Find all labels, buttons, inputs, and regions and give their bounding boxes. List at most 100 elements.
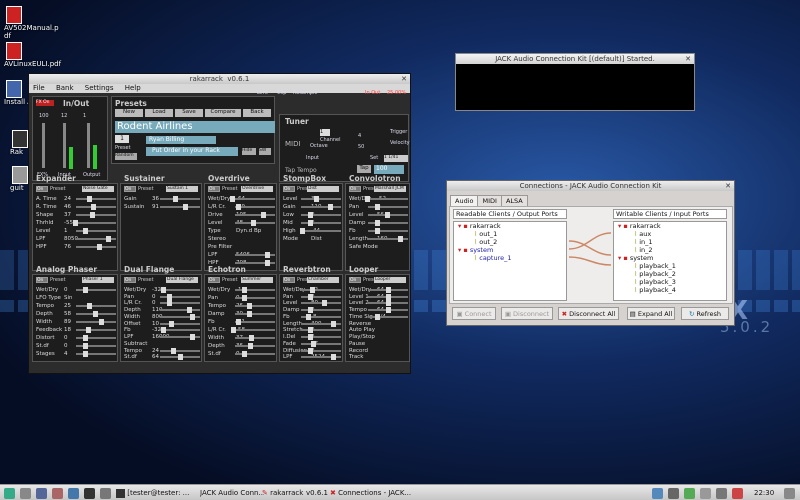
param-row[interactable]: Mid0 — [283, 220, 341, 227]
client-item[interactable]: ▾ ▪ rakarrack — [454, 222, 566, 230]
effect-preset-select[interactable]: Looper — [374, 277, 406, 283]
param-row[interactable]: Wet/Dry-64 — [208, 196, 275, 203]
param-slider-knob[interactable] — [331, 320, 336, 327]
save-button[interactable]: Save — [175, 109, 203, 117]
menu-help[interactable]: Help — [125, 84, 141, 92]
param-slider-knob[interactable] — [307, 220, 313, 226]
param-slider-track[interactable] — [160, 198, 200, 200]
writable-ports-list[interactable]: ▾ ▪ rakarrack ⌇ aux ⌇ in_1 ⌇ in_2 ▾ ▪ system… — [613, 221, 727, 301]
param-slider-knob[interactable] — [374, 204, 380, 210]
music-icon[interactable] — [68, 488, 79, 499]
param-slider-knob[interactable] — [331, 354, 336, 361]
param-row[interactable]: Wet/Dry-1 — [208, 287, 275, 294]
param-slider-knob[interactable] — [307, 334, 313, 341]
param-slider-track[interactable] — [235, 198, 275, 200]
param-row[interactable]: Stages 4 — [36, 351, 116, 358]
param-row[interactable]: HPF 76 — [36, 244, 116, 251]
param-slider-track[interactable] — [160, 309, 200, 312]
param-row[interactable]: High-44 — [283, 228, 341, 235]
readable-ports-list[interactable]: ▾ ▪ rakarrack ⌇ out_1 ⌇ out_2 ▾ ▪ system ⌇ c… — [453, 221, 567, 301]
port-item[interactable]: ⌇ in_2 — [614, 246, 726, 254]
param-slider-track[interactable] — [160, 206, 200, 208]
port-item[interactable]: ⌇ playback_1 — [614, 262, 726, 270]
param-slider-track[interactable] — [368, 315, 408, 318]
param-row[interactable]: Type Dyn.d Bp — [208, 228, 275, 235]
port-item[interactable]: ⌇ capture_1 — [454, 254, 566, 262]
param-slider-knob[interactable] — [307, 307, 313, 314]
param-slider-knob[interactable] — [168, 320, 174, 327]
param-row[interactable]: Pan0 — [349, 204, 408, 211]
menu-file[interactable]: File — [33, 84, 45, 92]
param-slider-knob[interactable] — [313, 196, 319, 202]
param-row[interactable]: Fb0 — [349, 228, 408, 235]
rakarrack-titlebar[interactable]: rakarrack v0.6.1 ✕ — [29, 74, 410, 84]
param-slider-knob[interactable] — [72, 220, 78, 226]
load-button[interactable]: Load — [145, 109, 173, 117]
client-item[interactable]: ▾ ▪ system — [454, 246, 566, 254]
param-slider-knob[interactable] — [93, 311, 99, 317]
param-slider-knob[interactable] — [183, 204, 189, 210]
param-slider-knob[interactable] — [96, 244, 102, 250]
hide-button[interactable]: Hide — [242, 148, 256, 155]
param-row[interactable]: Track — [349, 354, 408, 361]
param-slider-knob[interactable] — [83, 351, 89, 357]
param-slider-knob[interactable] — [299, 228, 305, 234]
param-row[interactable]: Wet/Dry 0 — [36, 287, 116, 294]
connections-titlebar[interactable]: Connections - JACK Audio Connection Kit ✕ — [447, 181, 734, 191]
effect-preset-select[interactable]: Sustain 1 — [166, 186, 198, 192]
effect-preset-select[interactable]: Marshall JCM — [374, 186, 406, 192]
param-row[interactable]: Mode Dist — [283, 236, 341, 243]
param-slider-knob[interactable] — [160, 327, 166, 334]
menu-icon[interactable] — [4, 488, 15, 499]
param-slider-track[interactable] — [301, 289, 341, 291]
client-item[interactable]: ▾ ▪ system — [614, 254, 726, 262]
effect-on-toggle[interactable]: On — [124, 277, 136, 283]
param-slider-knob[interactable] — [241, 295, 247, 301]
param-row[interactable]: Wet/Dry-52 — [349, 196, 408, 203]
param-slider-track[interactable] — [160, 329, 200, 332]
param-row[interactable]: Pre Filter — [208, 244, 275, 251]
param-row[interactable]: Level48 — [208, 220, 275, 227]
param-slider-track[interactable] — [368, 198, 408, 200]
search-icon[interactable] — [100, 488, 111, 499]
param-row[interactable]: St.df0 — [36, 343, 116, 350]
browser-icon[interactable] — [36, 488, 47, 499]
param-slider-knob[interactable] — [82, 335, 88, 341]
refresh-button[interactable]: ↻ Refresh — [681, 307, 729, 320]
param-slider-track[interactable] — [235, 214, 275, 216]
port-item[interactable]: ⌇ out_2 — [454, 238, 566, 246]
param-row[interactable]: Feedback 18 — [36, 327, 116, 334]
tab-audio[interactable]: Audio — [450, 195, 479, 206]
param-row[interactable]: L/R Cr.-29 — [208, 204, 275, 211]
param-slider-knob[interactable] — [246, 303, 252, 309]
param-slider-knob[interactable] — [106, 236, 111, 242]
port-item[interactable]: ⌇ playback_3 — [614, 278, 726, 286]
param-row[interactable]: LPF2524 — [283, 354, 341, 361]
effect-on-toggle[interactable]: On — [283, 277, 295, 283]
param-slider-track[interactable] — [76, 321, 116, 323]
bank-number[interactable]: 1 — [115, 135, 129, 143]
param-slider-knob[interactable] — [236, 204, 242, 210]
disconnect-all-button[interactable]: ✖ Disconnect All — [558, 307, 619, 320]
param-slider-knob[interactable] — [375, 313, 381, 320]
param-slider-knob[interactable] — [265, 260, 270, 266]
param-slider-knob[interactable] — [87, 196, 93, 202]
param-slider-knob[interactable] — [265, 252, 270, 258]
param-slider-knob[interactable] — [241, 351, 247, 357]
param-row[interactable]: St.df0 — [208, 351, 275, 358]
effect-preset-select[interactable]: Noise Gate — [82, 186, 114, 192]
param-row[interactable]: LFO Type Sin — [36, 295, 116, 302]
param-row[interactable]: Safe Mode — [349, 244, 408, 251]
param-row[interactable]: Thrhld -55 — [36, 220, 116, 227]
param-slider-knob[interactable] — [190, 334, 195, 341]
param-slider-track[interactable] — [160, 349, 200, 352]
param-slider-knob[interactable] — [190, 313, 195, 320]
param-slider-track[interactable] — [301, 302, 341, 305]
param-slider-knob[interactable] — [398, 236, 403, 242]
param-slider-track[interactable] — [76, 305, 116, 307]
param-row[interactable]: Depth36 — [208, 343, 275, 350]
param-slider-knob[interactable] — [386, 293, 392, 300]
param-row[interactable]: A. Time 24 — [36, 196, 116, 203]
param-slider-knob[interactable] — [260, 212, 266, 218]
param-slider-knob[interactable] — [374, 220, 380, 226]
